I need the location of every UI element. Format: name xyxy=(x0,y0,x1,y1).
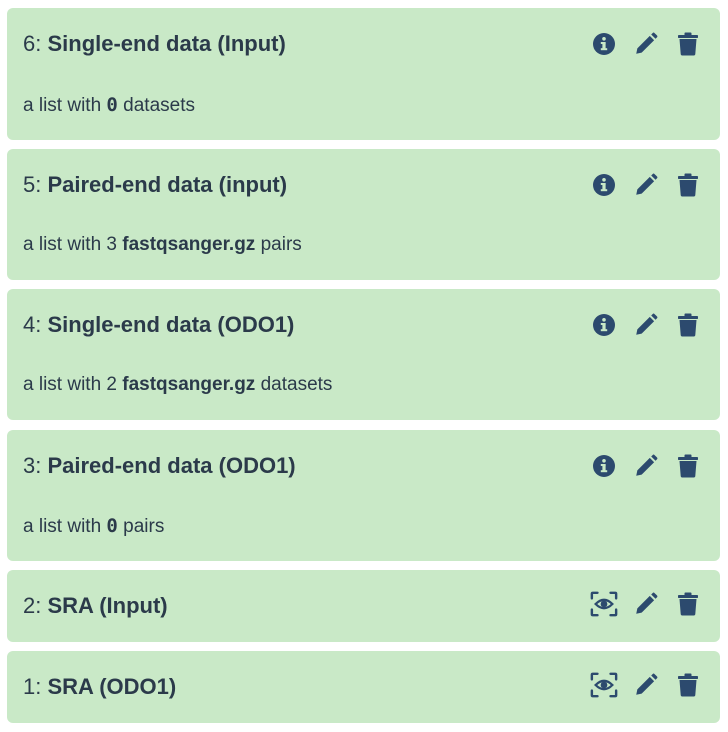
pencil-icon[interactable] xyxy=(632,171,660,199)
desc-suffix: pairs xyxy=(123,516,165,537)
desc-count: 0 xyxy=(106,515,118,537)
desc-text: a list with 2 xyxy=(23,374,123,395)
item-actions xyxy=(590,590,702,618)
item-actions xyxy=(590,171,702,199)
history-item-1[interactable]: 1: SRA (ODO1) xyxy=(7,651,720,723)
trash-icon[interactable] xyxy=(674,30,702,58)
item-title[interactable]: 6: Single-end data (Input) xyxy=(23,30,286,58)
info-circle-icon[interactable] xyxy=(590,311,618,339)
pencil-icon[interactable] xyxy=(632,452,660,480)
item-description: a list with 3 fastqsanger.gz pairs xyxy=(23,232,302,258)
desc-text: a list with 3 xyxy=(23,234,123,255)
item-name: SRA (Input) xyxy=(47,593,168,618)
desc-text: a list with xyxy=(23,516,107,537)
pencil-icon[interactable] xyxy=(632,671,660,699)
item-actions xyxy=(590,311,702,339)
item-hid: 6: xyxy=(23,31,48,56)
trash-icon[interactable] xyxy=(674,311,702,339)
item-actions xyxy=(590,452,702,480)
item-name: Paired-end data (input) xyxy=(47,172,288,197)
item-name: SRA (ODO1) xyxy=(47,674,177,699)
item-title[interactable]: 5: Paired-end data (input) xyxy=(23,171,287,199)
pencil-icon[interactable] xyxy=(632,311,660,339)
eye-scan-icon[interactable] xyxy=(590,590,618,618)
history-item-6[interactable]: 6: Single-end data (Input) a list with 0… xyxy=(7,8,720,140)
item-hid: 1: xyxy=(23,674,48,699)
trash-icon[interactable] xyxy=(674,590,702,618)
desc-suffix: datasets xyxy=(123,95,195,116)
history-item-2[interactable]: 2: SRA (Input) xyxy=(7,570,720,642)
history-item-4[interactable]: 4: Single-end data (ODO1) a list with 2 … xyxy=(7,289,720,420)
desc-datatype: fastqsanger.gz xyxy=(122,234,256,255)
desc-datatype: fastqsanger.gz xyxy=(122,374,256,395)
item-title[interactable]: 3: Paired-end data (ODO1) xyxy=(23,452,296,480)
item-title[interactable]: 4: Single-end data (ODO1) xyxy=(23,311,294,339)
history-item-3[interactable]: 3: Paired-end data (ODO1) a list with 0 … xyxy=(7,430,720,561)
info-circle-icon[interactable] xyxy=(590,452,618,480)
item-description: a list with 0 datasets xyxy=(23,92,195,119)
item-hid: 4: xyxy=(23,312,48,337)
item-hid: 3: xyxy=(23,453,48,478)
item-description: a list with 2 fastqsanger.gz datasets xyxy=(23,372,332,398)
item-name: Single-end data (ODO1) xyxy=(47,312,295,337)
item-description: a list with 0 pairs xyxy=(23,513,164,540)
history-item-5[interactable]: 5: Paired-end data (input) a list with 3… xyxy=(7,149,720,280)
item-name: Paired-end data (ODO1) xyxy=(47,453,296,478)
info-circle-icon[interactable] xyxy=(590,171,618,199)
item-title[interactable]: 1: SRA (ODO1) xyxy=(23,673,176,701)
trash-icon[interactable] xyxy=(674,671,702,699)
item-title[interactable]: 2: SRA (Input) xyxy=(23,592,168,620)
info-circle-icon[interactable] xyxy=(590,30,618,58)
item-actions xyxy=(590,671,702,699)
desc-suffix: datasets xyxy=(255,374,333,395)
desc-count: 0 xyxy=(106,94,118,116)
trash-icon[interactable] xyxy=(674,171,702,199)
item-name: Single-end data (Input) xyxy=(47,31,286,56)
trash-icon[interactable] xyxy=(674,452,702,480)
item-actions xyxy=(590,30,702,58)
pencil-icon[interactable] xyxy=(632,590,660,618)
desc-suffix: pairs xyxy=(255,234,302,255)
item-hid: 2: xyxy=(23,593,48,618)
desc-text: a list with xyxy=(23,95,107,116)
eye-scan-icon[interactable] xyxy=(590,671,618,699)
item-hid: 5: xyxy=(23,172,48,197)
pencil-icon[interactable] xyxy=(632,30,660,58)
